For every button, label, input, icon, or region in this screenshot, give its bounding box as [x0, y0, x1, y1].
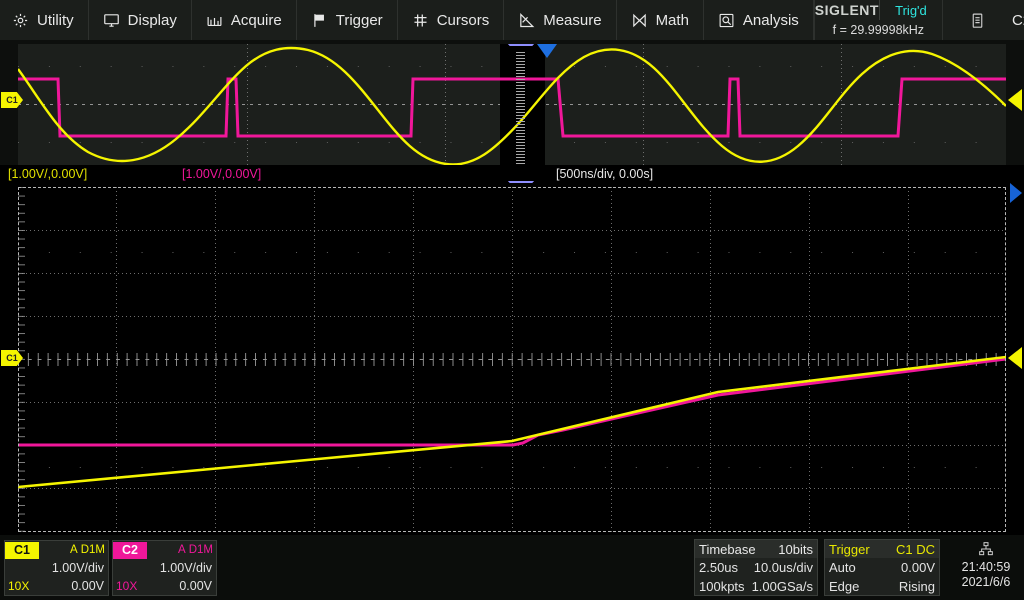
trigger-position-stem — [516, 52, 525, 174]
trigger-mode: Auto — [829, 560, 856, 575]
timebase-scale: 10.0us/div — [753, 560, 813, 575]
menu-item-analysis[interactable]: Analysis — [703, 0, 814, 40]
measure-triangle-icon — [518, 12, 535, 29]
status-time: 21:40:59 — [961, 560, 1011, 574]
menu-label-trigger: Trigger — [335, 11, 383, 29]
menu-label-utility: Utility — [37, 11, 74, 29]
siglent-logo: SIGLENT — [814, 0, 880, 20]
main-timebase-pane[interactable]: C1 — [0, 40, 1024, 174]
bottom-status-bar: C1 A D1M 1.00V/div 10X 0.00V C2 A D1M 1.… — [0, 535, 1024, 600]
channel-coupling-a-c2: A — [178, 544, 186, 556]
analysis-magnifier-icon — [718, 12, 735, 29]
label-c2-scale: [1.00V/,0.00V] — [182, 167, 262, 181]
oscilloscope-screen: Utility Display Acquire Trigger Cursors … — [0, 0, 1024, 600]
timebase-bits: 10bits — [778, 541, 813, 557]
trigger-slope: Rising — [898, 579, 935, 594]
trigger-level: 0.00V — [901, 560, 935, 575]
menu-item-cursors[interactable]: Cursors — [397, 0, 505, 40]
channel-offset-c2: 0.00V — [179, 579, 212, 593]
channel-ground-arrow-c1-main[interactable] — [1008, 89, 1022, 111]
timebase-samplerate: 1.00GSa/s — [751, 579, 813, 594]
trigger-type: Edge — [829, 579, 860, 594]
zoom-pane[interactable]: C1 — [0, 181, 1024, 535]
channel-name-c2[interactable]: C2 — [113, 541, 147, 559]
channel-ground-arrow-c1-zoom[interactable] — [1008, 347, 1022, 369]
timebase-box[interactable]: Timebase 10bits 2.50us 10.0us/div 100kpt… — [694, 539, 818, 596]
menu-label-analysis: Analysis — [742, 11, 799, 29]
status-brand-box: SIGLENT Trig'd f = 29.99998kHz — [813, 0, 943, 40]
menu-item-utility[interactable]: Utility — [0, 0, 89, 40]
main-grid — [18, 44, 1006, 165]
timebase-delay: 2.50us — [699, 560, 739, 575]
menu-item-math[interactable]: Math — [616, 0, 704, 40]
trigger-state-badge: Trig'd — [895, 2, 927, 18]
math-bowtie-icon — [631, 12, 648, 29]
waveform-c1-main — [18, 46, 1006, 165]
channel-probe-c1: 10X — [8, 579, 30, 593]
gear-icon — [12, 12, 29, 29]
trigger-coupling: DC — [916, 541, 935, 557]
frequency-readout: f = 29.99998kHz — [832, 23, 925, 37]
label-zoom-settings: [500ns/div, 0.00s] — [556, 167, 654, 181]
trigger-source: C1 — [895, 541, 913, 557]
trigger-title: Trigger — [829, 541, 870, 557]
status-date: 2021/6/6 — [961, 575, 1011, 589]
acquire-icon — [206, 12, 223, 29]
timebase-points: 100kpts — [699, 579, 745, 594]
menu-item-measure[interactable]: Measure — [504, 0, 617, 40]
channel-offset-c1: 0.00V — [71, 579, 104, 593]
active-channel-label: C2 — [1011, 11, 1024, 29]
zoom-grid — [18, 187, 1006, 532]
menu-label-display: Display — [127, 11, 177, 29]
menu-label-acquire: Acquire — [230, 11, 282, 29]
timebase-title: Timebase — [699, 541, 756, 557]
channel-impedance-c1: D1M — [80, 544, 105, 556]
channel-box-c1[interactable]: C1 A D1M 1.00V/div 10X 0.00V — [4, 540, 109, 596]
flag-icon — [311, 12, 328, 29]
channel-coupling-a-c1: A — [70, 544, 78, 556]
channel-voltdiv-c1: 1.00V/div — [51, 561, 104, 575]
menu-item-acquire[interactable]: Acquire — [191, 0, 297, 40]
menu-label-cursors: Cursors — [436, 11, 490, 29]
network-icon — [978, 541, 994, 560]
waveform-c1-zoom — [18, 355, 1006, 489]
menu-item-display[interactable]: Display — [88, 0, 192, 40]
clipboard-icon — [969, 12, 986, 29]
channel-voltdiv-c2: 1.00V/div — [159, 561, 212, 575]
channel-probe-c2: 10X — [116, 579, 138, 593]
channel-name-c1[interactable]: C1 — [5, 541, 39, 559]
menu-label-measure: Measure — [543, 11, 602, 29]
label-c1-scale: [1.00V/,0.00V] — [8, 167, 88, 181]
datetime-box: 21:40:59 2021/6/6 — [952, 539, 1020, 596]
monitor-icon — [103, 12, 120, 29]
top-menu-bar: Utility Display Acquire Trigger Cursors … — [0, 0, 1024, 40]
active-channel-box[interactable]: C2 — [942, 0, 1024, 40]
trigger-box[interactable]: Trigger C1 DC Auto 0.00V Edge Rising — [824, 539, 940, 596]
menu-item-trigger[interactable]: Trigger — [296, 0, 398, 40]
zoom-window-end-marker[interactable] — [1010, 183, 1022, 203]
menu-label-math: Math — [655, 11, 689, 29]
channel-box-c2[interactable]: C2 A D1M 1.00V/div 10X 0.00V — [112, 540, 217, 596]
cursors-grid-icon — [412, 12, 429, 29]
channel-impedance-c2: D1M — [188, 544, 213, 556]
